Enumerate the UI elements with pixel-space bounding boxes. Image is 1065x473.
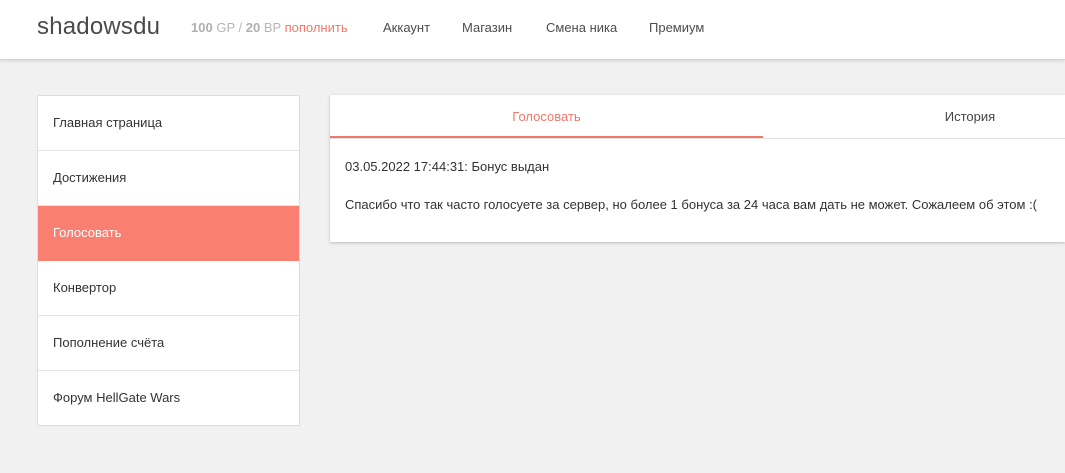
vote-limit-message: Спасибо что так часто голосуете за серве… (345, 197, 1038, 212)
top-header: shadowsdu 100 GP / 20 BP пополнить Аккау… (0, 0, 1065, 60)
sidebar-item-topup[interactable]: Пополнение счёта (38, 316, 299, 371)
brand-username[interactable]: shadowsdu (37, 13, 160, 41)
gp-unit: GP (216, 20, 235, 35)
sidebar-item-achievements[interactable]: Достижения (38, 151, 299, 206)
topup-link[interactable]: пополнить (285, 20, 348, 35)
sidebar-item-converter[interactable]: Конвертор (38, 261, 299, 316)
gp-value: 100 (191, 20, 213, 35)
nav-account[interactable]: Аккаунт (383, 20, 430, 35)
sidebar-item-forum[interactable]: Форум HellGate Wars (38, 371, 299, 425)
tab-vote[interactable]: Голосовать (330, 95, 763, 138)
sidebar-menu: Главная страница Достижения Голосовать К… (37, 95, 300, 426)
nav-premium[interactable]: Премиум (649, 20, 704, 35)
nav-change-nick[interactable]: Смена ника (546, 20, 617, 35)
balance-display: 100 GP / 20 BP пополнить (191, 20, 348, 35)
bp-value: 20 (245, 20, 261, 35)
bonus-status-message: 03.05.2022 17:44:31: Бонус выдан (345, 159, 550, 174)
bp-unit: BP (263, 20, 281, 35)
tab-history[interactable]: История (763, 95, 1065, 138)
panel-tabs: Голосовать История (330, 95, 1065, 139)
sidebar-item-vote[interactable]: Голосовать (38, 206, 299, 261)
sidebar-item-home[interactable]: Главная страница (38, 96, 299, 151)
nav-shop[interactable]: Магазин (462, 20, 512, 35)
vote-panel: Голосовать История 03.05.2022 17:44:31: … (330, 95, 1065, 242)
balance-separator: / (238, 20, 243, 35)
